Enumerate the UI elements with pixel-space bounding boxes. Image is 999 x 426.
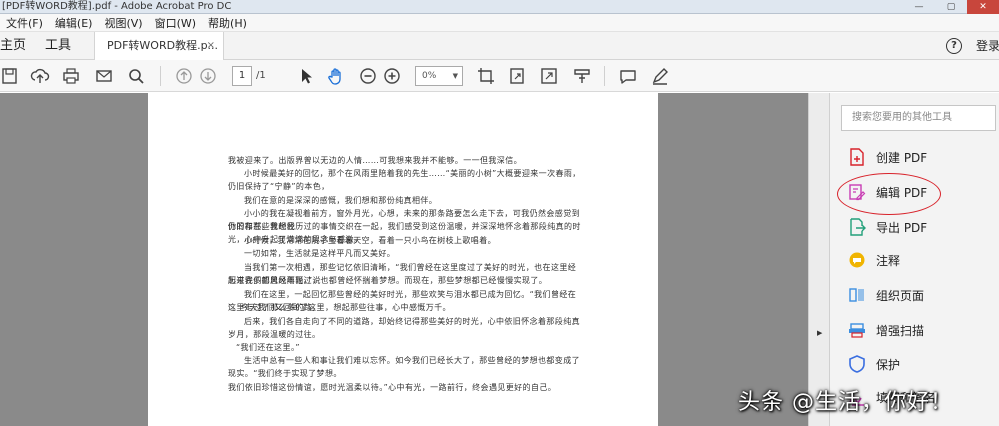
tool-protect[interactable]: 保护 <box>848 352 988 376</box>
ruler-icon[interactable] <box>572 66 592 86</box>
tool-label: 保护 <box>876 357 901 372</box>
paragraph: 起来我们都曾经年轻过，也都曾经怀揣着梦想。而现在，那些梦想都已经慢慢实现了。 <box>228 276 548 285</box>
tool-enhance-scan[interactable]: 增强扫描 <box>848 318 988 342</box>
tool-export-pdf[interactable]: 导出 PDF <box>848 215 988 239</box>
comment-tool-icon <box>848 251 866 269</box>
tool-label: 创建 PDF <box>876 150 928 165</box>
document-viewer[interactable]: 我被迎来了。出版界曾以无边的人情……可我想来我并不能够。一一但我深信。 小时候最… <box>0 93 808 426</box>
email-icon[interactable] <box>94 66 114 86</box>
protect-icon <box>848 355 866 373</box>
tab-document[interactable]: PDF转WORD教程.p... × <box>94 32 224 60</box>
pane-collapse-strip[interactable]: ▶ <box>808 93 830 426</box>
comment-icon[interactable] <box>618 66 638 86</box>
paragraph: 生活中总有一些人和事让我们难以忘怀。如今我们已经长大了，那些曾经的梦想也都变成了… <box>228 356 580 379</box>
prev-page-icon[interactable] <box>174 66 194 86</box>
menu-file[interactable]: 文件(F) <box>6 15 43 31</box>
help-icon[interactable]: ? <box>946 38 962 54</box>
pen-icon[interactable] <box>650 66 670 86</box>
select-arrow-icon[interactable] <box>296 66 316 86</box>
zoom-value: 0% <box>422 71 437 81</box>
upload-icon[interactable] <box>30 66 50 86</box>
signin-button[interactable]: 登录 <box>976 32 999 60</box>
toolbar <box>0 60 999 92</box>
toolbar-divider <box>604 66 605 86</box>
chevron-down-icon: ▼ <box>452 72 458 80</box>
paragraph: 一切如常，生活就是这样平凡而又美好。 <box>244 249 396 258</box>
menu-bar: 文件(F) 编辑(E) 视图(V) 窗口(W) 帮助(H) <box>0 14 999 32</box>
tool-create-pdf[interactable]: 创建 PDF <box>848 145 988 169</box>
crop-icon[interactable] <box>476 66 496 86</box>
window-title: [PDF转WORD教程].pdf - Adobe Acrobat Pro DC <box>2 1 232 12</box>
paragraph: ”。今天我们又回到了这里，想起那些往事，心中感慨万千。 <box>228 303 451 312</box>
highlight-circle <box>837 173 941 215</box>
zoom-out-icon[interactable] <box>358 66 378 86</box>
rotate-icon[interactable] <box>507 66 527 86</box>
page-number-input[interactable]: 1 <box>232 66 252 86</box>
paragraph: 小时候最美好的回忆，那个在风雨里陪着我的先生……“美丽的小树”大概要迎来一次春雨… <box>228 169 581 192</box>
close-tab-icon[interactable]: × <box>207 32 215 60</box>
document-tab-label: PDF转WORD教程.p... <box>107 39 219 52</box>
tools-pane: 搜索您要用的其他工具 创建 PDF 编辑 PDF 导出 PDF 注释 组织页面 <box>830 93 999 426</box>
minimize-button[interactable]: — <box>903 0 935 14</box>
menu-help[interactable]: 帮助(H) <box>208 15 247 31</box>
print-icon[interactable] <box>61 66 81 86</box>
tab-bar: 主页 工具 PDF转WORD教程.p... × ? 登录 <box>0 32 999 60</box>
paragraph: 我们在意的是深深的感慨，我们想和那份纯真相伴。 <box>244 196 438 205</box>
maximize-button[interactable]: ▢ <box>935 0 967 14</box>
tool-label: 注释 <box>876 253 901 268</box>
paragraph: 小时候，我常常在院子里看着天空，看着一只小鸟在树枝上歌唱着。 <box>244 236 496 245</box>
tool-organize-pages[interactable]: 组织页面 <box>848 283 988 307</box>
search-icon[interactable] <box>126 66 146 86</box>
fullscreen-icon[interactable] <box>539 66 559 86</box>
toolbar-divider <box>160 66 161 86</box>
tool-search-input[interactable]: 搜索您要用的其他工具 <box>841 105 996 131</box>
tool-comment[interactable]: 注释 <box>848 248 988 272</box>
paragraph: “我们还在这里。” <box>236 343 300 352</box>
tool-label: 组织页面 <box>876 288 925 303</box>
organize-pages-icon <box>848 286 866 304</box>
menu-window[interactable]: 窗口(W) <box>155 15 196 31</box>
tool-label: 增强扫描 <box>876 323 925 338</box>
close-window-button[interactable]: ✕ <box>967 0 999 14</box>
create-pdf-icon <box>848 148 866 166</box>
export-pdf-icon <box>848 218 866 236</box>
paragraph: 后来，我们各自走向了不同的道路，却始终记得那些美好的时光，心中依旧怀念着那段纯真… <box>228 317 580 340</box>
page-total: /1 <box>256 70 266 81</box>
tab-tools[interactable]: 工具 <box>45 32 71 60</box>
next-page-icon[interactable] <box>198 66 218 86</box>
title-bar: [PDF转WORD教程].pdf - Adobe Acrobat Pro DC … <box>0 0 999 14</box>
pdf-page: 我被迎来了。出版界曾以无边的人情……可我想来我并不能够。一一但我深信。 小时候最… <box>148 93 658 426</box>
tool-label: 导出 PDF <box>876 220 928 235</box>
tab-home[interactable]: 主页 <box>0 32 26 60</box>
hand-icon[interactable] <box>326 66 346 86</box>
enhance-scan-icon <box>848 321 866 339</box>
watermark: 头条 @生活，你好！ <box>738 390 953 415</box>
paragraph: 我被迎来了。出版界曾以无边的人情……可我想来我并不能够。一一但我深信。 <box>228 156 522 165</box>
menu-edit[interactable]: 编辑(E) <box>55 15 93 31</box>
zoom-select[interactable]: 0% ▼ <box>415 66 463 86</box>
window-controls: — ▢ ✕ <box>903 0 999 14</box>
save-icon[interactable] <box>0 66 20 86</box>
zoom-in-icon[interactable] <box>382 66 402 86</box>
menu-view[interactable]: 视图(V) <box>104 15 142 31</box>
collapse-arrow-icon[interactable]: ▶ <box>817 329 822 337</box>
paragraph: 我们依旧珍惜这份情谊，愿时光温柔以待。”心中有光，一路前行，终会遇见更好的自己。 <box>228 383 557 392</box>
